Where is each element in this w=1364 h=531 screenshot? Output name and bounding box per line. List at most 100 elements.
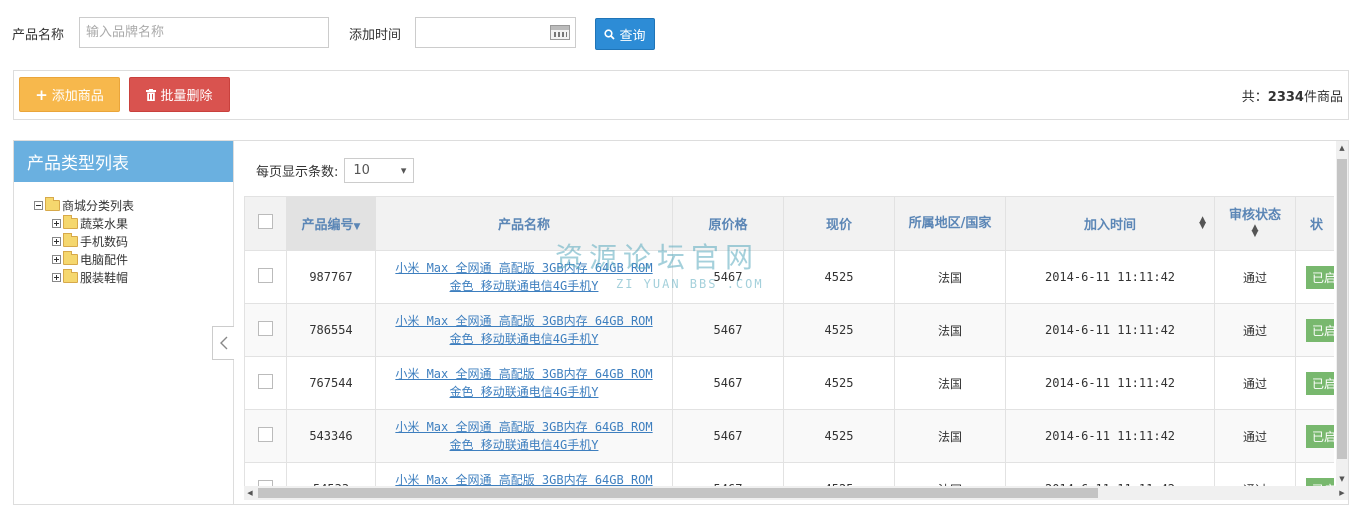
folder-icon	[63, 232, 78, 247]
query-button[interactable]: 查询	[595, 18, 655, 50]
toolbar: + 添加商品 批量删除 共：2334件商品	[13, 70, 1349, 120]
expand-icon[interactable]	[52, 272, 61, 282]
product-name-link[interactable]: 小米 Max 全网通 高配版 3GB内存 64GB ROM 金色 移动联通电信4…	[395, 261, 652, 293]
region-cell: 法国	[894, 356, 1006, 410]
add-time-cell: 2014-6-11 11:11:42	[1005, 303, 1215, 357]
table-row: 987767 小米 Max 全网通 高配版 3GB内存 64GB ROM 金色 移…	[244, 250, 1334, 304]
col-original-price[interactable]: 原价格	[672, 196, 784, 251]
scroll-left-icon[interactable]: ◀	[244, 486, 256, 500]
product-name-link[interactable]: 小米 Max 全网通 高配版 3GB内存 64GB ROM 金色 移动联通电信4…	[395, 314, 652, 346]
table-row: 767544 小米 Max 全网通 高配版 3GB内存 64GB ROM 金色 移…	[244, 356, 1334, 410]
tree-root[interactable]: 商城分类列表	[34, 196, 233, 214]
checkbox-cell	[244, 462, 287, 486]
row-checkbox[interactable]	[258, 321, 273, 336]
query-label: 查询	[619, 28, 646, 44]
scroll-down-icon[interactable]: ▼	[1336, 472, 1348, 486]
product-name-input[interactable]: 输入品牌名称	[79, 17, 329, 48]
plus-icon: +	[35, 85, 48, 104]
chevron-left-icon	[219, 336, 227, 350]
col-product-id[interactable]: 产品编号▼	[286, 196, 376, 251]
expand-icon[interactable]	[52, 218, 61, 228]
checkbox-cell	[244, 250, 287, 304]
col-region[interactable]: 所属地区/国家	[894, 196, 1006, 251]
add-time-input[interactable]	[415, 17, 576, 48]
row-checkbox[interactable]	[258, 427, 273, 442]
status-badge: 已启	[1306, 424, 1334, 448]
tree-item-clothing[interactable]: 服装鞋帽	[34, 268, 233, 286]
col-label: 产品编号	[301, 218, 354, 233]
total-count: 共：2334件商品	[1242, 86, 1343, 105]
vertical-scroll-thumb[interactable]	[1337, 159, 1347, 459]
select-all-cell	[244, 196, 287, 251]
tree-item-vegetables[interactable]: 蔬菜水果	[34, 214, 233, 232]
col-product-name[interactable]: 产品名称	[375, 196, 673, 251]
current-price-cell: 4525	[783, 462, 895, 486]
collapse-icon[interactable]	[34, 200, 43, 210]
tree-item-phones[interactable]: 手机数码	[34, 232, 233, 250]
audit-status-cell: 通过	[1214, 462, 1296, 486]
scroll-up-icon[interactable]: ▲	[1336, 141, 1348, 155]
product-name-link[interactable]: 小米 Max 全网通 高配版 3GB内存 64GB ROM 金色 移动联通电信4…	[395, 473, 652, 486]
calendar-icon[interactable]	[550, 25, 570, 40]
status-cell: 已启	[1295, 250, 1334, 304]
col-current-price[interactable]: 现价	[783, 196, 895, 251]
horizontal-scroll-thumb[interactable]	[258, 488, 1098, 498]
expand-icon[interactable]	[52, 254, 61, 264]
scroll-right-icon[interactable]: ▶	[1336, 486, 1348, 500]
tree-item-label: 手机数码	[80, 234, 129, 249]
col-label: 现价	[825, 218, 852, 233]
category-tree: 商城分类列表 蔬菜水果 手机数码 电脑配件 服装鞋帽	[14, 182, 233, 286]
audit-status-cell: 通过	[1214, 250, 1296, 304]
product-table: 产品编号▼ 产品名称 原价格 现价 所属地区/国家 加入时间 ▲ ▼ 审核状态 ▲ ▼ …	[244, 196, 1334, 486]
add-time-label: 添加时间	[349, 28, 402, 43]
folder-icon	[63, 268, 78, 283]
col-add-time[interactable]: 加入时间 ▲ ▼	[1005, 196, 1215, 251]
product-id-cell: 54533	[286, 462, 376, 486]
add-time-cell: 2014-6-11 11:11:42	[1005, 409, 1215, 463]
tree-item-label: 服装鞋帽	[80, 270, 129, 285]
product-table-wrapper: 产品编号▼ 产品名称 原价格 现价 所属地区/国家 加入时间 ▲ ▼ 审核状态 ▲ ▼ …	[244, 196, 1334, 486]
checkbox-cell	[244, 356, 287, 410]
current-price-cell: 4525	[783, 303, 895, 357]
add-product-button[interactable]: + 添加商品	[19, 77, 120, 112]
current-price-cell: 4525	[783, 356, 895, 410]
folder-icon	[45, 196, 60, 211]
add-product-label: 添加商品	[51, 89, 104, 104]
horizontal-scrollbar[interactable]: ◀ ▶	[244, 486, 1348, 500]
sort-icon: ▲ ▼	[1251, 222, 1259, 239]
col-label: 加入时间	[1083, 218, 1136, 233]
col-label: 审核状态	[1228, 207, 1281, 223]
product-name-link[interactable]: 小米 Max 全网通 高配版 3GB内存 64GB ROM 金色 移动联通电信4…	[395, 367, 652, 399]
total-suffix: 件商品	[1303, 90, 1343, 105]
col-audit-status[interactable]: 审核状态 ▲ ▼	[1214, 196, 1296, 251]
audit-status-cell: 通过	[1214, 409, 1296, 463]
original-price-cell: 5467	[672, 409, 784, 463]
row-checkbox[interactable]	[258, 374, 273, 389]
sidebar: 产品类型列表 商城分类列表 蔬菜水果 手机数码 电脑配件 服装鞋帽	[14, 141, 234, 504]
status-cell: 已启	[1295, 356, 1334, 410]
sidebar-collapse-button[interactable]	[212, 326, 234, 360]
total-prefix: 共：	[1241, 90, 1268, 105]
batch-delete-button[interactable]: 批量删除	[129, 77, 230, 112]
product-id-cell: 987767	[286, 250, 376, 304]
add-time-cell: 2014-6-11 11:11:42	[1005, 356, 1215, 410]
table-row: 786554 小米 Max 全网通 高配版 3GB内存 64GB ROM 金色 移…	[244, 303, 1334, 357]
table-row: 54533 小米 Max 全网通 高配版 3GB内存 64GB ROM 金色 移动…	[244, 462, 1334, 486]
add-time-cell: 2014-6-11 11:11:42	[1005, 462, 1215, 486]
original-price-cell: 5467	[672, 462, 784, 486]
checkbox-cell	[244, 303, 287, 357]
expand-icon[interactable]	[52, 236, 61, 246]
col-label: 产品名称	[497, 218, 550, 233]
vertical-scrollbar[interactable]: ▲ ▼	[1336, 141, 1348, 486]
table-row: 543346 小米 Max 全网通 高配版 3GB内存 64GB ROM 金色 移…	[244, 409, 1334, 463]
region-cell: 法国	[894, 250, 1006, 304]
product-name-link[interactable]: 小米 Max 全网通 高配版 3GB内存 64GB ROM 金色 移动联通电信4…	[395, 420, 652, 452]
original-price-cell: 5467	[672, 356, 784, 410]
row-checkbox[interactable]	[258, 268, 273, 283]
select-all-checkbox[interactable]	[258, 214, 273, 229]
col-status[interactable]: 状	[1295, 196, 1334, 251]
audit-status-cell: 通过	[1214, 356, 1296, 410]
page-size-select[interactable]: 10	[344, 158, 415, 183]
tree-item-computer[interactable]: 电脑配件	[34, 250, 233, 268]
content-area: 每页显示条数: 10 产品编号▼ 产品名称 原价格 现价 所属地区/国家	[234, 141, 1348, 504]
